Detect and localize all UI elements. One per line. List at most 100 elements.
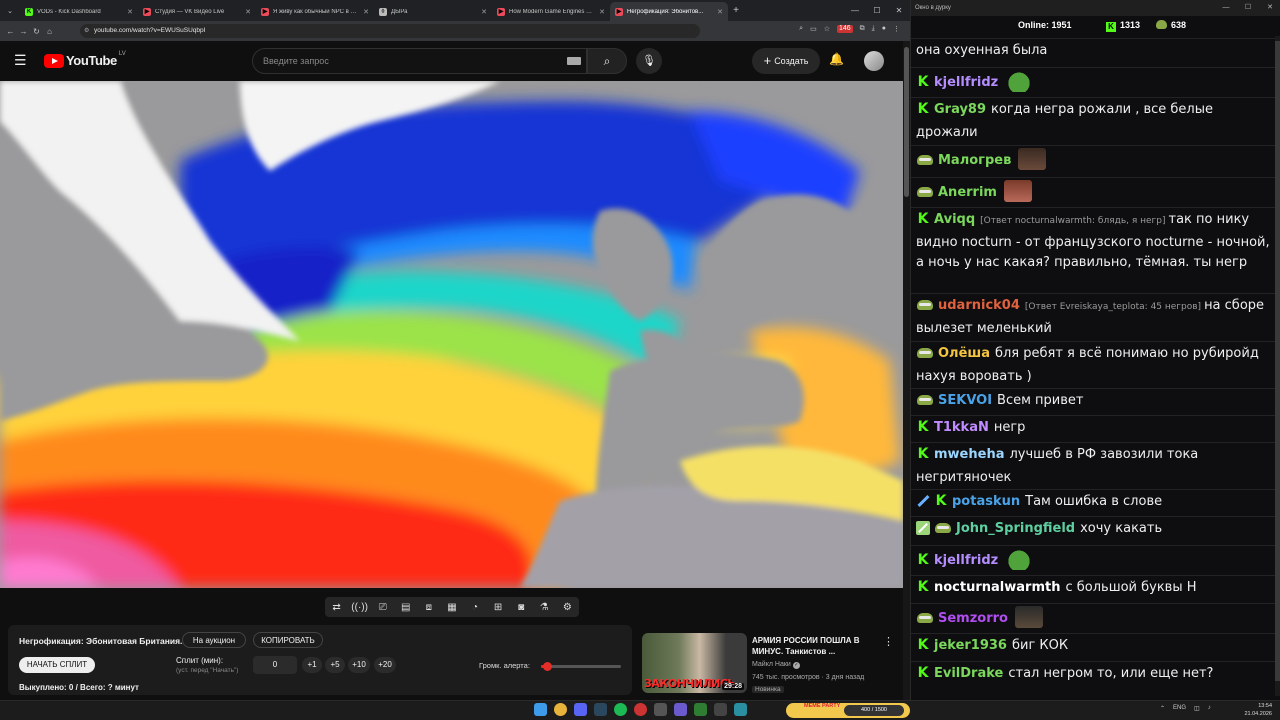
chat-username[interactable]: jeker1936: [934, 638, 1007, 653]
chat-username[interactable]: Aviqq: [934, 212, 975, 227]
film-icon[interactable]: ▤: [395, 602, 417, 613]
back-icon[interactable]: ←: [4, 27, 17, 36]
chat-username[interactable]: Anerrim: [938, 185, 997, 200]
chat-username[interactable]: SEKVOI: [938, 393, 992, 408]
browser-tab[interactable]: ▶ Негрофикация: Эбонитов... ✕: [610, 2, 728, 21]
chat-username[interactable]: kjellfridz: [934, 75, 998, 90]
step-plus-10-button[interactable]: +10: [348, 657, 370, 673]
tray-chevron-icon[interactable]: ⌃: [1160, 705, 1165, 712]
new-tab-button[interactable]: +: [728, 5, 744, 16]
more-options-icon[interactable]: ⋮: [883, 635, 894, 648]
app-icon-5[interactable]: [734, 703, 747, 716]
chat-username[interactable]: Малогрев: [938, 153, 1011, 168]
chat-username[interactable]: Gray89: [934, 102, 986, 117]
chat-username[interactable]: Semzorro: [938, 611, 1008, 626]
clock[interactable]: 13:54 21.04.2026: [1244, 702, 1272, 718]
chat-username[interactable]: mweheha: [934, 447, 1004, 462]
home-icon[interactable]: ⌂: [43, 27, 56, 36]
chrome-icon[interactable]: [554, 703, 567, 716]
split-minutes-input[interactable]: 0: [253, 656, 297, 674]
zoom-icon[interactable]: ⌕: [799, 25, 803, 33]
download-icon[interactable]: ⤓: [872, 25, 875, 33]
settings-gear-icon[interactable]: ⚙: [556, 602, 578, 613]
tab-close-icon[interactable]: ✕: [481, 8, 487, 16]
scrollbar-thumb[interactable]: [904, 47, 909, 197]
discord-icon[interactable]: [574, 703, 587, 716]
tab-close-icon[interactable]: ✕: [717, 8, 723, 16]
forward-icon[interactable]: →: [17, 27, 30, 36]
browser-tab[interactable]: ▶ Я живу как обычный NPC в Kick ✕: [256, 2, 374, 21]
slider-knob[interactable]: [543, 662, 553, 671]
app-icon-3[interactable]: [694, 703, 707, 716]
video-thumbnail[interactable]: ЗАКОНЧИЛИСЬ 29:28: [642, 633, 747, 693]
chat-username[interactable]: EvilDrake: [934, 666, 1003, 681]
bookmark-star-icon[interactable]: ☆: [824, 25, 830, 33]
chat-username[interactable]: John_Springfield: [956, 521, 1075, 536]
auction-button[interactable]: На аукцион: [182, 632, 246, 648]
maximize-icon[interactable]: ☐: [1237, 0, 1259, 16]
tab-close-icon[interactable]: ✕: [127, 8, 133, 16]
chat-username[interactable]: nocturnalwarmth: [934, 580, 1060, 595]
browser-tab[interactable]: ▶ Студия — VK Видео Live ✕: [138, 2, 256, 21]
screencast-icon[interactable]: ⎚: [372, 602, 394, 613]
chat-scroll-thumb[interactable]: [1275, 41, 1280, 681]
chat-username[interactable]: kjellfridz: [934, 553, 998, 568]
create-button[interactable]: + Создать: [752, 48, 820, 74]
menu-icon[interactable]: ☰: [14, 53, 27, 67]
step-plus-1-button[interactable]: +1: [302, 657, 322, 673]
lang-indicator[interactable]: ENG: [1173, 705, 1186, 712]
reply-reference[interactable]: [Ответ Evreiskaya_teplota: 45 негров]: [1025, 302, 1201, 312]
channel-name[interactable]: Майкл Наки ✓: [752, 661, 800, 669]
app-icon-4[interactable]: [714, 703, 727, 716]
profile-icon[interactable]: ●: [882, 25, 886, 33]
tab-close-icon[interactable]: ✕: [363, 8, 369, 16]
url-field[interactable]: ⚙ youtube.com/watch?v=EWUSuSUqbpI: [80, 24, 700, 38]
browser-tab[interactable]: ◊ ДЫРа ✕: [374, 2, 492, 21]
start-icon[interactable]: [534, 703, 547, 716]
step-plus-20-button[interactable]: +20: [374, 657, 396, 673]
video-title[interactable]: АРМИЯ РОССИИ ПОШЛА В МИНУС. Танкистов ..…: [752, 635, 880, 657]
network-icon[interactable]: ◫: [1194, 705, 1200, 712]
cast-icon[interactable]: ▭: [810, 25, 817, 33]
alert-volume-slider[interactable]: [541, 662, 621, 671]
chat-scrollbar[interactable]: [1275, 36, 1280, 696]
browser-tab[interactable]: ▶ How Modern Game Engines D... ✕: [492, 2, 610, 21]
tab-close-icon[interactable]: ✕: [245, 8, 251, 16]
audio-icon[interactable]: ((·)): [349, 602, 371, 613]
meme-party-widget[interactable]: MEME PARTY 400 / 1500: [786, 703, 910, 718]
copy-button[interactable]: КОПИРОВАТЬ: [253, 632, 323, 648]
app-icon-2[interactable]: [674, 703, 687, 716]
recommended-video[interactable]: ЗАКОНЧИЛИСЬ 29:28 АРМИЯ РОССИИ ПОШЛА В М…: [642, 633, 902, 695]
app-icon[interactable]: [654, 703, 667, 716]
reload-icon[interactable]: ↻: [30, 27, 43, 36]
notifications-bell-icon[interactable]: 🔔: [829, 52, 844, 66]
close-icon[interactable]: ✕: [888, 0, 910, 21]
volume-icon[interactable]: ♪: [1208, 705, 1211, 712]
youtube-logo[interactable]: YouTube LV: [44, 51, 126, 68]
puzzle-icon[interactable]: ⧉: [860, 25, 865, 33]
close-icon[interactable]: ✕: [1259, 0, 1280, 16]
obs-icon[interactable]: [634, 703, 647, 716]
speed-icon[interactable]: ◔: [464, 602, 486, 613]
extension-badge[interactable]: 146: [836, 25, 853, 33]
reply-reference[interactable]: [Ответ nocturnalwarmth: блядь, я негр]: [980, 216, 1165, 226]
tab-close-icon[interactable]: ✕: [599, 8, 605, 16]
loop-icon[interactable]: ⇄: [326, 602, 348, 613]
chat-username[interactable]: Олёша: [938, 346, 990, 361]
search-input[interactable]: Введите запрос: [252, 48, 587, 74]
steam-icon[interactable]: [594, 703, 607, 716]
tab-search-icon[interactable]: ⌄: [0, 7, 20, 15]
spotify-icon[interactable]: [614, 703, 627, 716]
site-info-icon[interactable]: ⚙: [84, 24, 89, 38]
screenshot-icon[interactable]: ◙: [510, 602, 532, 613]
page-scrollbar[interactable]: [903, 41, 910, 700]
add-frame-icon[interactable]: ⊞: [487, 602, 509, 613]
chat-username[interactable]: T1kkaN: [934, 420, 989, 435]
maximize-icon[interactable]: ☐: [866, 0, 888, 21]
minimize-icon[interactable]: —: [1215, 0, 1237, 16]
search-button[interactable]: ⌕: [587, 48, 627, 74]
menu-dots-icon[interactable]: ⋮: [893, 25, 900, 33]
minimize-icon[interactable]: —: [844, 0, 866, 21]
start-split-button[interactable]: НАЧАТЬ СПЛИТ: [19, 657, 95, 673]
voice-search-button[interactable]: 🎙: [636, 48, 662, 74]
